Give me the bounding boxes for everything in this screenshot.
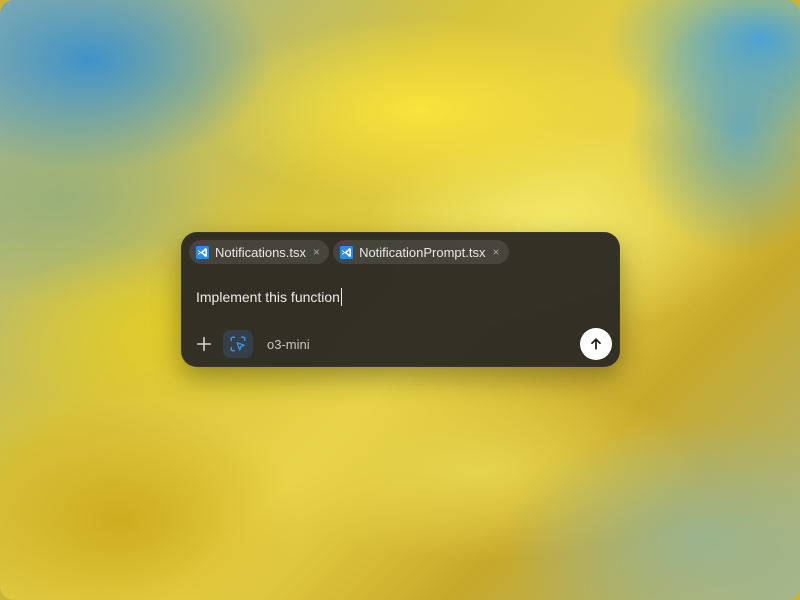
attachment-chip-notification-prompt[interactable]: NotificationPrompt.tsx × (333, 240, 509, 264)
arrow-up-icon (591, 338, 601, 350)
close-icon[interactable]: × (493, 246, 500, 258)
attachment-chip-notifications[interactable]: Notifications.tsx × (189, 240, 330, 264)
select-area-button[interactable] (223, 330, 253, 358)
prompt-input[interactable]: Implement this function (196, 288, 342, 306)
composer-toolbar: o3-mini (193, 328, 612, 360)
close-icon[interactable]: × (313, 246, 320, 258)
prompt-composer: Notifications.tsx × NotificationPrompt.t… (181, 232, 620, 367)
attachment-label: Notifications.tsx (215, 244, 307, 260)
plus-icon (196, 336, 212, 352)
prompt-text: Implement this function (196, 289, 340, 305)
attachment-chips: Notifications.tsx × NotificationPrompt.t… (189, 240, 509, 264)
send-button[interactable] (580, 328, 612, 360)
attachment-label: NotificationPrompt.tsx (359, 244, 486, 260)
vscode-icon (340, 245, 354, 259)
model-selector[interactable]: o3-mini (267, 337, 310, 352)
text-caret (340, 288, 342, 306)
select-area-icon (230, 336, 246, 352)
vscode-icon (196, 245, 209, 259)
add-attachment-button[interactable] (193, 333, 215, 355)
